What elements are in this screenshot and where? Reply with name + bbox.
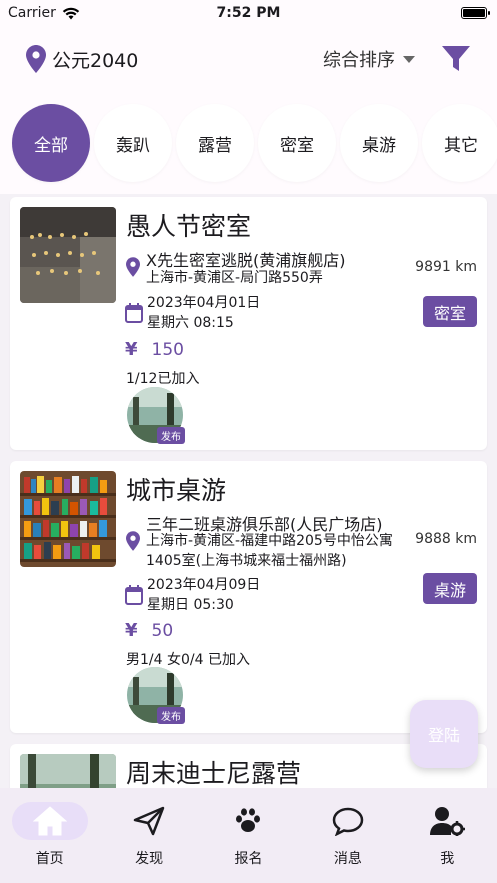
- location-label: 公元2040: [52, 49, 139, 72]
- category-badge: 桌游: [423, 573, 477, 604]
- status-bar: Carrier 7:52 PM: [0, 0, 497, 26]
- location-pin-icon: [126, 531, 140, 551]
- event-title: 城市桌游: [126, 476, 227, 505]
- tab-label: 全部: [34, 135, 68, 156]
- event-thumbnail: [20, 207, 116, 303]
- yen-icon: ¥: [125, 339, 138, 360]
- venue-address: 上海市-黄浦区-局门路550弄: [146, 270, 323, 286]
- nav-label: 发现: [135, 851, 164, 867]
- nav-discover[interactable]: 发现: [104, 802, 194, 883]
- event-price: 150: [151, 339, 184, 360]
- chevron-down-icon: [403, 55, 415, 63]
- event-feed[interactable]: 愚人节密室 X先生密室逃脱(黄浦旗舰店) 上海市-黄浦区-局门路550弄 989…: [0, 194, 497, 788]
- tab-label: 密室: [280, 135, 314, 156]
- home-icon: [32, 806, 67, 836]
- distance-label: 9888 km: [415, 531, 477, 547]
- nav-label: 消息: [333, 851, 362, 867]
- event-weekday-time: 星期日 05:30: [147, 597, 234, 613]
- top-header: 公元2040 综合排序: [0, 26, 497, 92]
- bottom-nav: 首页 发现 报名 消息 我: [0, 788, 497, 883]
- publisher-tag: 发布: [157, 707, 185, 724]
- sort-label: 综合排序: [323, 50, 395, 71]
- battery-icon: [461, 7, 490, 19]
- tab-camping[interactable]: 露营: [176, 104, 254, 182]
- tab-label: 露营: [198, 135, 232, 156]
- event-title: 愚人节密室: [126, 212, 252, 241]
- user-gear-icon: [430, 807, 466, 836]
- tab-label: 桌游: [362, 135, 396, 156]
- wifi-icon: [62, 7, 80, 19]
- chat-icon: [332, 807, 364, 836]
- nav-label: 我: [440, 851, 455, 867]
- nav-signup[interactable]: 报名: [203, 802, 293, 883]
- event-date: 2023年04月09日: [147, 577, 261, 593]
- calendar-icon: [125, 585, 143, 605]
- event-price: 50: [151, 620, 174, 641]
- nav-label: 首页: [35, 851, 64, 867]
- event-card[interactable]: 城市桌游 三年二班桌游俱乐部(人民广场店) 上海市-黄浦区-福建中路205号中怡…: [10, 461, 487, 733]
- location-pin-icon: [126, 257, 140, 277]
- sort-dropdown[interactable]: 综合排序: [323, 46, 415, 72]
- event-date: 2023年04月01日: [147, 295, 261, 311]
- category-tabs: 全部 轰趴 露营 密室 桌游 其它: [0, 92, 497, 194]
- calendar-icon: [125, 303, 143, 323]
- carrier-label: Carrier: [8, 5, 56, 21]
- tab-escape-room[interactable]: 密室: [258, 104, 336, 182]
- venue-address: 上海市-黄浦区-福建中路205号中怡公寓1405室(上海书城来福士福州路): [146, 533, 393, 569]
- event-thumbnail: [20, 471, 116, 567]
- tab-label: 轰趴: [116, 135, 150, 156]
- yen-icon: ¥: [125, 620, 138, 641]
- tab-board-game[interactable]: 桌游: [340, 104, 418, 182]
- filter-icon[interactable]: [441, 45, 471, 73]
- price-row: ¥ 150: [125, 339, 184, 360]
- distance-label: 9891 km: [415, 259, 477, 275]
- send-icon: [133, 806, 165, 836]
- nav-messages[interactable]: 消息: [303, 802, 393, 883]
- tab-all[interactable]: 全部: [12, 104, 90, 182]
- nav-label: 报名: [234, 851, 263, 867]
- publisher-tag: 发布: [157, 427, 185, 444]
- category-badge: 密室: [423, 296, 477, 327]
- location-pin-icon: [26, 45, 46, 73]
- carrier-info: Carrier: [8, 5, 80, 21]
- event-weekday-time: 星期六 08:15: [147, 315, 234, 331]
- joined-count: 1/12已加入: [126, 371, 200, 387]
- paw-icon: [236, 808, 261, 832]
- login-button[interactable]: 登陆: [410, 700, 478, 768]
- tab-label: 其它: [444, 135, 478, 156]
- price-row: ¥ 50: [125, 620, 173, 641]
- publisher-avatar[interactable]: 发布: [127, 667, 185, 724]
- location-selector[interactable]: 公元2040: [26, 45, 138, 73]
- tab-party[interactable]: 轰趴: [94, 104, 172, 182]
- tab-other[interactable]: 其它: [422, 104, 497, 182]
- event-card[interactable]: 愚人节密室 X先生密室逃脱(黄浦旗舰店) 上海市-黄浦区-局门路550弄 989…: [10, 197, 487, 450]
- nav-home[interactable]: 首页: [5, 802, 95, 883]
- event-thumbnail: [20, 754, 116, 788]
- status-time: 7:52 PM: [216, 5, 281, 21]
- publisher-avatar[interactable]: 发布: [127, 387, 185, 444]
- event-title: 周末迪士尼露营: [126, 759, 302, 788]
- joined-count: 男1/4 女0/4 已加入: [126, 652, 250, 668]
- nav-me[interactable]: 我: [402, 802, 492, 883]
